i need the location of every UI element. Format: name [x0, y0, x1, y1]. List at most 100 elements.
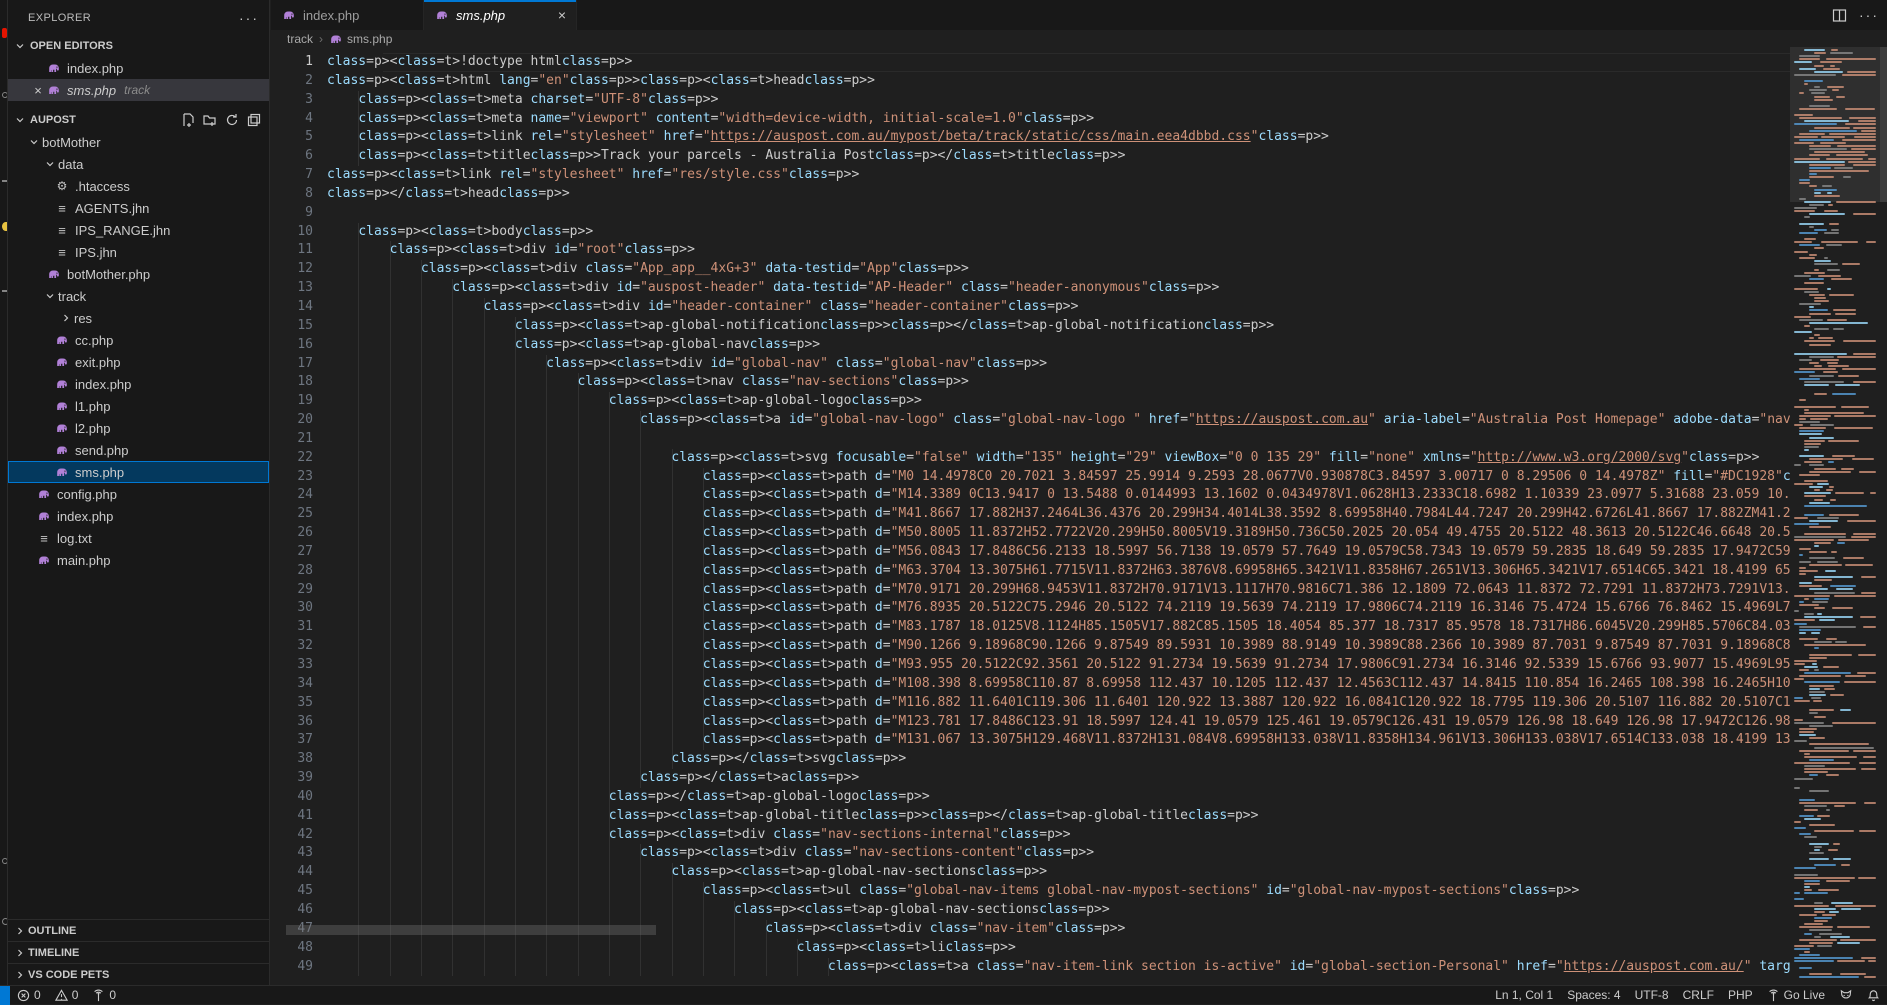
code-line[interactable]: 24 class=p><class=t>path d="M14.3389 0C1… — [271, 486, 1790, 505]
code-line[interactable]: 30 class=p><class=t>path d="M76.8935 20.… — [271, 599, 1790, 618]
horizontal-scrollbar[interactable] — [286, 925, 656, 935]
tree-file-exit.php[interactable]: exit.php — [8, 351, 269, 373]
refresh-icon[interactable] — [225, 113, 239, 127]
code-line[interactable]: 15 class=p><class=t>ap-global-notificati… — [271, 317, 1790, 336]
code-line[interactable]: 23 class=p><class=t>path d="M0 14.4978C0… — [271, 468, 1790, 487]
code-line[interactable]: 29 class=p><class=t>path d="M70.9171 20.… — [271, 581, 1790, 600]
code-line[interactable]: 48 class=p><class=t>liclass=p>> — [271, 939, 1790, 958]
close-icon[interactable]: × — [30, 83, 46, 98]
status-error[interactable]: 0 — [10, 986, 48, 1005]
collapse-all-icon[interactable] — [247, 113, 261, 127]
code-line[interactable]: 8class=p></class=t>headclass=p>> — [271, 185, 1790, 204]
tree-file-cc.php[interactable]: cc.php — [8, 329, 269, 351]
code-line[interactable]: 44 class=p><class=t>ap-global-nav-sectio… — [271, 863, 1790, 882]
code-line[interactable]: 9 — [271, 204, 1790, 223]
code-line[interactable]: 27 class=p><class=t>path d="M56.0843 17.… — [271, 543, 1790, 562]
tree-file-agents.jhn[interactable]: ≡AGENTS.jhn — [8, 197, 269, 219]
code-line[interactable]: 4 class=p><class=t>meta name="viewport" … — [271, 110, 1790, 129]
tree-file-ips_range.jhn[interactable]: ≡IPS_RANGE.jhn — [8, 219, 269, 241]
code-line[interactable]: 3 class=p><class=t>meta charset="UTF-8"c… — [271, 91, 1790, 110]
new-folder-icon[interactable] — [203, 113, 217, 127]
open-editors-header[interactable]: OPEN EDITORS — [8, 35, 269, 57]
code-line[interactable]: 42 class=p><class=t>div class="nav-secti… — [271, 826, 1790, 845]
tree-folder-track[interactable]: track — [8, 285, 269, 307]
status-broadcast-tower[interactable]: 0 — [85, 986, 123, 1005]
code-editor[interactable]: 1class=p><class=t>!doctype htmlclass=p>>… — [271, 47, 1790, 985]
code-line[interactable]: 18 class=p><class=t>nav class="nav-secti… — [271, 373, 1790, 392]
code-line[interactable]: 14 class=p><class=t>div id="header-conta… — [271, 298, 1790, 317]
code-line[interactable]: 7class=p><class=t>link rel="stylesheet" … — [271, 166, 1790, 185]
vertical-scrollbar[interactable] — [1880, 47, 1887, 985]
status-warning[interactable]: 0 — [48, 986, 86, 1005]
code-line[interactable]: 13 class=p><class=t>div id="auspost-head… — [271, 279, 1790, 298]
code-line[interactable]: 11 class=p><class=t>div id="root"class=p… — [271, 241, 1790, 260]
code-line[interactable]: 33 class=p><class=t>path d="M93.955 20.5… — [271, 656, 1790, 675]
status-spaces-4[interactable]: Spaces: 4 — [1560, 986, 1627, 1005]
split-editor-icon[interactable] — [1832, 8, 1847, 23]
tab-index.php[interactable]: index.php — [271, 0, 424, 30]
panel-header-outline[interactable]: OUTLINE — [8, 919, 269, 941]
code-line[interactable]: 17 class=p><class=t>div id="global-nav" … — [271, 355, 1790, 374]
code-line[interactable]: 19 class=p><class=t>ap-global-logoclass=… — [271, 392, 1790, 411]
status-go-live[interactable]: Go Live — [1760, 986, 1832, 1005]
status-pet-cat-icon[interactable] — [1832, 986, 1860, 1005]
tree-file-main.php[interactable]: main.php — [8, 549, 269, 571]
code-line[interactable]: 20 class=p><class=t>a id="global-nav-log… — [271, 411, 1790, 430]
code-line[interactable]: 35 class=p><class=t>path d="M116.882 11.… — [271, 694, 1790, 713]
code-line[interactable]: 16 class=p><class=t>ap-global-navclass=p… — [271, 336, 1790, 355]
open-editor-item[interactable]: ×sms.phptrack — [8, 79, 269, 101]
tab-sms.php[interactable]: sms.php× — [424, 0, 577, 30]
status-crlf[interactable]: CRLF — [1676, 986, 1721, 1005]
code-line[interactable]: 31 class=p><class=t>path d="M83.1787 18.… — [271, 618, 1790, 637]
ellipsis-icon[interactable]: ··· — [239, 13, 259, 23]
code-line[interactable]: 49 class=p><class=t>a class="nav-item-li… — [271, 958, 1790, 977]
tree-file-sms.php[interactable]: sms.php — [8, 461, 269, 483]
tree-file-config.php[interactable]: config.php — [8, 483, 269, 505]
panel-header-vs-code-pets[interactable]: VS CODE PETS — [8, 963, 269, 985]
code-line[interactable]: 41 class=p><class=t>ap-global-titleclass… — [271, 807, 1790, 826]
breadcrumb-folder[interactable]: track — [287, 32, 313, 46]
code-line[interactable]: 32 class=p><class=t>path d="M90.1266 9.1… — [271, 637, 1790, 656]
code-line[interactable]: 37 class=p><class=t>path d="M131.067 13.… — [271, 731, 1790, 750]
status-php[interactable]: PHP — [1721, 986, 1760, 1005]
status-ln-1-col-1[interactable]: Ln 1, Col 1 — [1488, 986, 1560, 1005]
code-line[interactable]: 45 class=p><class=t>ul class="global-nav… — [271, 882, 1790, 901]
tree-folder-data[interactable]: data — [8, 153, 269, 175]
code-line[interactable]: 46 class=p><class=t>ap-global-nav-sectio… — [271, 901, 1790, 920]
code-line[interactable]: 12 class=p><class=t>div class="App_app__… — [271, 260, 1790, 279]
tree-file-l1.php[interactable]: l1.php — [8, 395, 269, 417]
workspace-header[interactable]: AUPOST — [8, 109, 269, 131]
panel-header-timeline[interactable]: TIMELINE — [8, 941, 269, 963]
code-line[interactable]: 43 class=p><class=t>div class="nav-secti… — [271, 844, 1790, 863]
tree-file-log.txt[interactable]: ≡log.txt — [8, 527, 269, 549]
code-line[interactable]: 1class=p><class=t>!doctype htmlclass=p>> — [271, 53, 1790, 72]
minimap[interactable] — [1790, 47, 1880, 985]
status-bell-icon[interactable] — [1860, 986, 1887, 1005]
tree-file-index.php[interactable]: index.php — [8, 505, 269, 527]
code-line[interactable]: 40 class=p></class=t>ap-global-logoclass… — [271, 788, 1790, 807]
status-utf-8[interactable]: UTF-8 — [1628, 986, 1676, 1005]
code-line[interactable]: 10 class=p><class=t>bodyclass=p>> — [271, 223, 1790, 242]
code-line[interactable]: 5 class=p><class=t>link rel="stylesheet"… — [271, 128, 1790, 147]
code-line[interactable]: 26 class=p><class=t>path d="M50.8005 11.… — [271, 524, 1790, 543]
code-line[interactable]: 36 class=p><class=t>path d="M123.781 17.… — [271, 713, 1790, 732]
code-line[interactable]: 22 class=p><class=t>svg focusable="false… — [271, 449, 1790, 468]
new-file-icon[interactable] — [181, 113, 195, 127]
open-editor-item[interactable]: index.php — [8, 57, 269, 79]
tree-file-index.php[interactable]: index.php — [8, 373, 269, 395]
code-line[interactable]: 34 class=p><class=t>path d="M108.398 8.6… — [271, 675, 1790, 694]
tree-folder-botmother[interactable]: botMother — [8, 131, 269, 153]
code-line[interactable]: 21 — [271, 430, 1790, 449]
code-line[interactable]: 25 class=p><class=t>path d="M41.8667 17.… — [271, 505, 1790, 524]
tree-file-botmother.php[interactable]: botMother.php — [8, 263, 269, 285]
code-line[interactable]: 28 class=p><class=t>path d="M63.3704 13.… — [271, 562, 1790, 581]
tree-file-.htaccess[interactable]: ⚙.htaccess — [8, 175, 269, 197]
breadcrumb-file[interactable]: sms.php — [347, 32, 392, 46]
code-line[interactable]: 39 class=p></class=t>aclass=p>> — [271, 769, 1790, 788]
code-line[interactable]: 6 class=p><class=t>titleclass=p>>Track y… — [271, 147, 1790, 166]
code-line[interactable]: 2class=p><class=t>html lang="en"class=p>… — [271, 72, 1790, 91]
tree-file-send.php[interactable]: send.php — [8, 439, 269, 461]
tree-file-l2.php[interactable]: l2.php — [8, 417, 269, 439]
close-icon[interactable]: × — [558, 7, 566, 23]
more-actions-icon[interactable]: ··· — [1859, 10, 1879, 20]
